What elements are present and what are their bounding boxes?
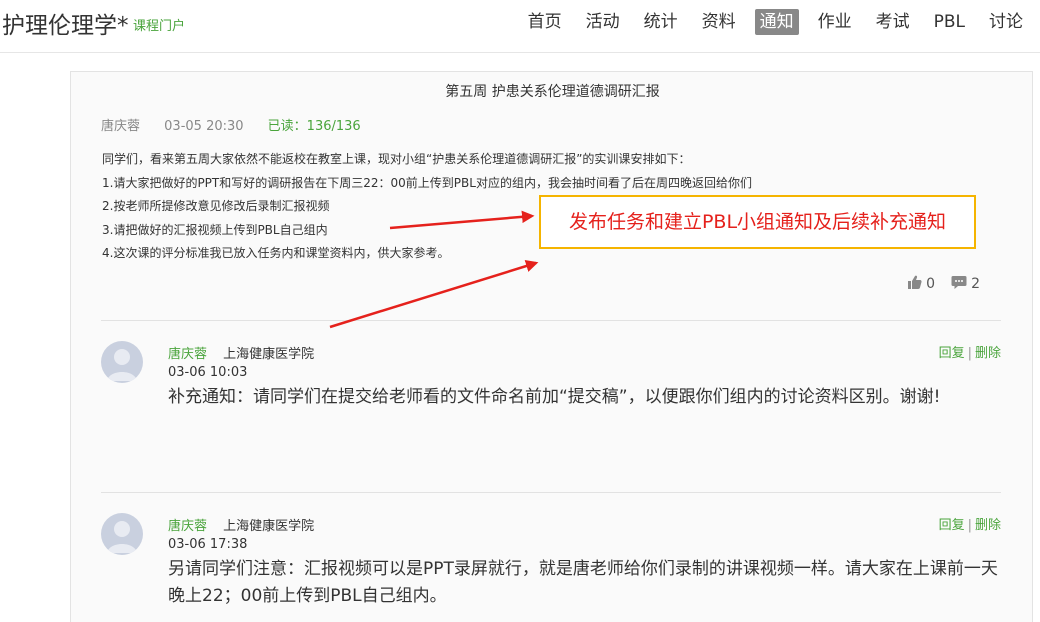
reply-header: 唐庆蓉 上海健康医学院 xyxy=(168,343,314,362)
notice-line: 同学们，看来第五周大家依然不能返校在教室上课，现对小组“护患关系伦理道德调研汇报… xyxy=(102,152,691,166)
reply-author[interactable]: 唐庆蓉 xyxy=(168,519,207,534)
top-header: 护理伦理学* 课程门户 首页 活动 统计 资料 通知 作业 考试 PBL 讨论 xyxy=(0,0,1040,53)
reply-school: 上海健康医学院 xyxy=(223,519,315,534)
notice-stats: 0 2 xyxy=(907,275,980,293)
main-nav: 首页 活动 统计 资料 通知 作业 考试 PBL 讨论 xyxy=(509,9,1028,35)
reply-author[interactable]: 唐庆蓉 xyxy=(168,347,207,362)
comment-button[interactable]: 2 xyxy=(951,275,980,293)
comment-icon xyxy=(951,275,967,293)
nav-home[interactable]: 首页 xyxy=(523,9,567,35)
reply-actions: 回复 | 删除 xyxy=(938,518,1001,533)
course-portal-link[interactable]: 课程门户 xyxy=(133,15,185,34)
annotation-callout: 发布任务和建立PBL小组通知及后续补充通知 xyxy=(539,195,976,249)
notice-card: 第五周 护患关系伦理道德调研汇报 唐庆蓉 03-05 20:30 已读：136/… xyxy=(70,71,1033,622)
delete-button[interactable]: 删除 xyxy=(975,346,1001,361)
nav-materials[interactable]: 资料 xyxy=(697,9,741,35)
notice-time: 03-05 20:30 xyxy=(164,119,244,134)
avatar[interactable] xyxy=(101,513,143,555)
nav-homework[interactable]: 作业 xyxy=(813,9,857,35)
divider xyxy=(101,320,1001,321)
nav-discussion[interactable]: 讨论 xyxy=(984,9,1028,35)
reply-body: 补充通知：请同学们在提交给老师看的文件命名前加“提交稿”，以便跟你们组内的讨论资… xyxy=(168,387,941,407)
reply-button[interactable]: 回复 xyxy=(939,346,965,361)
thumbs-up-icon xyxy=(907,275,922,293)
read-count[interactable]: 已读：136/136 xyxy=(268,119,361,134)
delete-button[interactable]: 删除 xyxy=(975,518,1001,533)
reply-time: 03-06 10:03 xyxy=(168,365,248,380)
nav-notices[interactable]: 通知 xyxy=(754,9,799,35)
nav-pbl[interactable]: PBL xyxy=(929,9,970,35)
divider xyxy=(101,492,1001,493)
reply-actions: 回复 | 删除 xyxy=(938,346,1001,361)
like-button[interactable]: 0 xyxy=(907,275,935,293)
notice-line: 1.请大家把做好的PPT和写好的调研报告在下周三22：00前上传到PBL对应的组… xyxy=(102,175,752,190)
nav-exams[interactable]: 考试 xyxy=(871,9,915,35)
reply-body: 另请同学们注意：汇报视频可以是PPT录屏就行，就是唐老师给你们录制的讲课视频一样… xyxy=(168,559,998,606)
comment-count: 2 xyxy=(971,276,980,292)
reply-header: 唐庆蓉 上海健康医学院 xyxy=(168,515,314,534)
notice-title: 第五周 护患关系伦理道德调研汇报 xyxy=(445,84,660,100)
notice-author[interactable]: 唐庆蓉 xyxy=(101,119,140,134)
course-title[interactable]: 护理伦理学* xyxy=(2,6,129,40)
like-count: 0 xyxy=(926,276,936,292)
reply-time: 03-06 17:38 xyxy=(168,537,248,552)
avatar[interactable] xyxy=(101,341,143,383)
reply-button[interactable]: 回复 xyxy=(939,518,965,533)
notice-meta: 唐庆蓉 03-05 20:30 已读：136/136 xyxy=(101,115,381,134)
nav-activities[interactable]: 活动 xyxy=(581,9,625,35)
nav-statistics[interactable]: 统计 xyxy=(639,9,683,35)
reply-school: 上海健康医学院 xyxy=(223,347,315,362)
